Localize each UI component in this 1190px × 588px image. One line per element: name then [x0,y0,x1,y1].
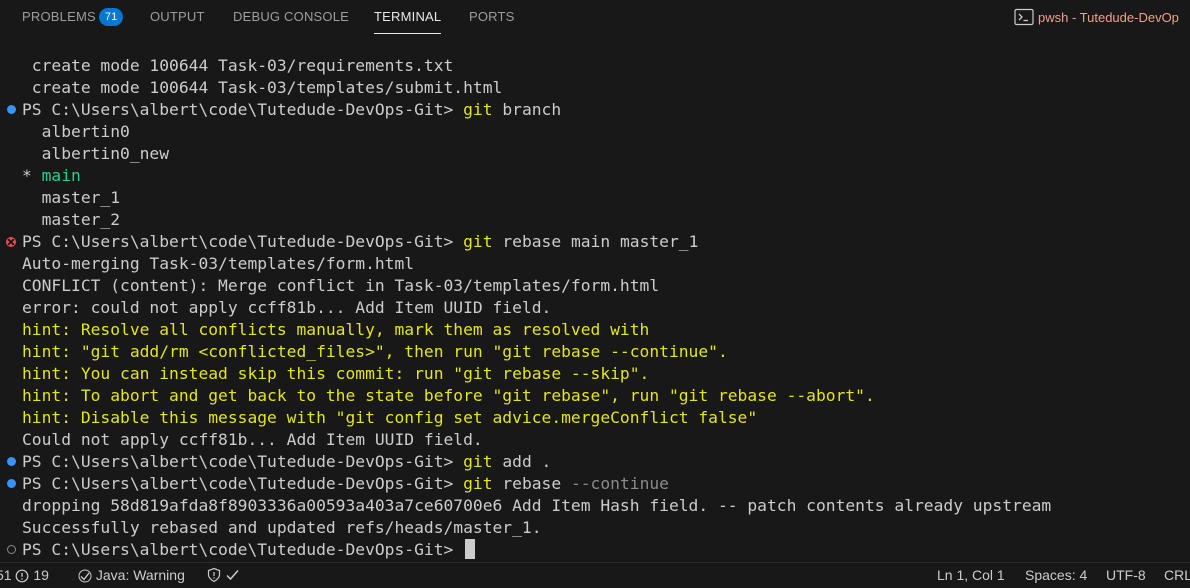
terminal-prompt-line: PS C:\Users\albert\code\Tutedude-DevOps-… [22,539,476,561]
command-success-icon[interactable] [7,457,16,466]
prompt-text: PS C:\Users\albert\code\Tutedude-DevOps-… [22,540,464,559]
panel-tab-bar: PROBLEMS 71 OUTPUT DEBUG CONSOLE TERMINAL… [0,0,1190,36]
tab-problems-label: PROBLEMS [22,9,96,24]
tab-terminal[interactable]: TERMINAL [374,0,442,36]
terminal-output-line: hint: You can instead skip this commit: … [22,364,650,383]
command-success-icon[interactable] [7,105,16,114]
terminal-shell-label: pwsh - Tutedude-DevOp [1038,10,1179,25]
terminal-output-line: Successfully rebased and updated refs/he… [22,518,542,537]
java-status-label: Java: Warning [95,567,185,583]
command-failed-icon[interactable] [6,237,16,247]
terminal-output-line: hint: Resolve all conflicts manually, ma… [22,320,650,339]
status-workspace-trust[interactable] [207,563,241,588]
cursor-position-label: Ln 1, Col 1 [937,567,1005,583]
command-name: git [463,474,493,493]
terminal-prompt-line: PS C:\Users\albert\code\Tutedude-DevOps-… [22,473,669,495]
terminal-output-line: hint: "git add/rm <conflicted_files>", t… [22,342,728,361]
current-branch-line: * main [22,165,81,187]
tab-output-label: OUTPUT [150,9,205,24]
command-name: git [463,452,493,471]
terminal-prompt-line: PS C:\Users\albert\code\Tutedude-DevOps-… [22,231,698,253]
terminal-output-line: hint: Disable this message with "git con… [22,408,758,427]
current-branch-marker: * [22,166,42,185]
terminal-prompt-line: PS C:\Users\albert\code\Tutedude-DevOps-… [22,451,551,473]
shield-check-icon [207,567,241,583]
terminal-output-line: create mode 100644 Task-03/templates/sub… [22,78,503,97]
command-args: rebase [492,474,571,493]
java-icon [78,567,92,583]
terminal-output-line: error: could not apply ccff81b... Add It… [22,298,552,317]
status-problems[interactable]: 51 19 [0,563,49,588]
indentation-label: Spaces: 4 [1025,567,1088,583]
terminal-shell-selector[interactable]: pwsh - Tutedude-DevOp [1014,8,1179,28]
command-pending-icon[interactable] [7,545,16,554]
tab-terminal-label: TERMINAL [374,9,442,24]
status-cursor-position[interactable]: Ln 1, Col 1 [937,563,1005,588]
tab-debug-console-label: DEBUG CONSOLE [233,9,350,24]
command-args: branch [492,100,562,119]
terminal-output-line: dropping 58d819afda8f8903336a00593a403a7… [22,496,1052,515]
command-name: git [463,232,493,251]
error-count: 51 [0,567,12,583]
status-bar: 51 19 Java: Warning Ln 1, Col 1 Spaces: … [0,562,1190,588]
terminal-prompt-line: PS C:\Users\albert\code\Tutedude-DevOps-… [22,99,561,121]
terminal-output-line: hint: To abort and get back to the state… [22,386,875,405]
warning-icon [15,567,29,583]
terminal-output-line: CONFLICT (content): Merge conflict in Ta… [22,276,660,295]
encoding-label: UTF-8 [1106,567,1146,583]
terminal-output-line: albertin0 [22,122,130,141]
prompt-text: PS C:\Users\albert\code\Tutedude-DevOps-… [22,100,464,119]
terminal-output-line: Could not apply ccff81b... Add Item UUID… [22,430,483,449]
status-java[interactable]: Java: Warning [78,563,185,588]
prompt-text: PS C:\Users\albert\code\Tutedude-DevOps-… [22,474,464,493]
prompt-text: PS C:\Users\albert\code\Tutedude-DevOps-… [22,232,464,251]
terminal-output-line: master_2 [22,210,121,229]
tab-ports[interactable]: PORTS [469,0,515,36]
tab-output[interactable]: OUTPUT [150,0,205,36]
terminal-output-line: Auto-merging Task-03/templates/form.html [22,254,415,273]
status-eol[interactable]: CRL [1164,563,1190,588]
terminal-output[interactable]: create mode 100644 Task-03/requirements.… [0,44,1190,562]
current-branch-name: main [41,166,81,185]
problems-count-badge: 71 [98,8,124,26]
terminal-output-line: create mode 100644 Task-03/requirements.… [22,56,454,75]
terminal-output-line: albertin0_new [22,144,170,163]
tab-debug-console[interactable]: DEBUG CONSOLE [233,0,349,36]
tab-ports-label: PORTS [469,9,515,24]
terminal-cursor [465,539,476,559]
command-name: git [463,100,493,119]
tab-problems[interactable]: PROBLEMS 71 [22,0,124,36]
eol-label: CRL [1164,567,1190,583]
command-args: add . [492,452,552,471]
command-success-icon[interactable] [7,479,16,488]
command-flag: --continue [570,474,669,493]
command-args: rebase main master_1 [492,232,699,251]
warning-count: 19 [33,567,49,583]
prompt-text: PS C:\Users\albert\code\Tutedude-DevOps-… [22,452,464,471]
terminal-output-line: master_1 [22,188,121,207]
status-indentation[interactable]: Spaces: 4 [1025,563,1087,588]
status-encoding[interactable]: UTF-8 [1106,563,1146,588]
terminal-icon [1014,8,1038,26]
